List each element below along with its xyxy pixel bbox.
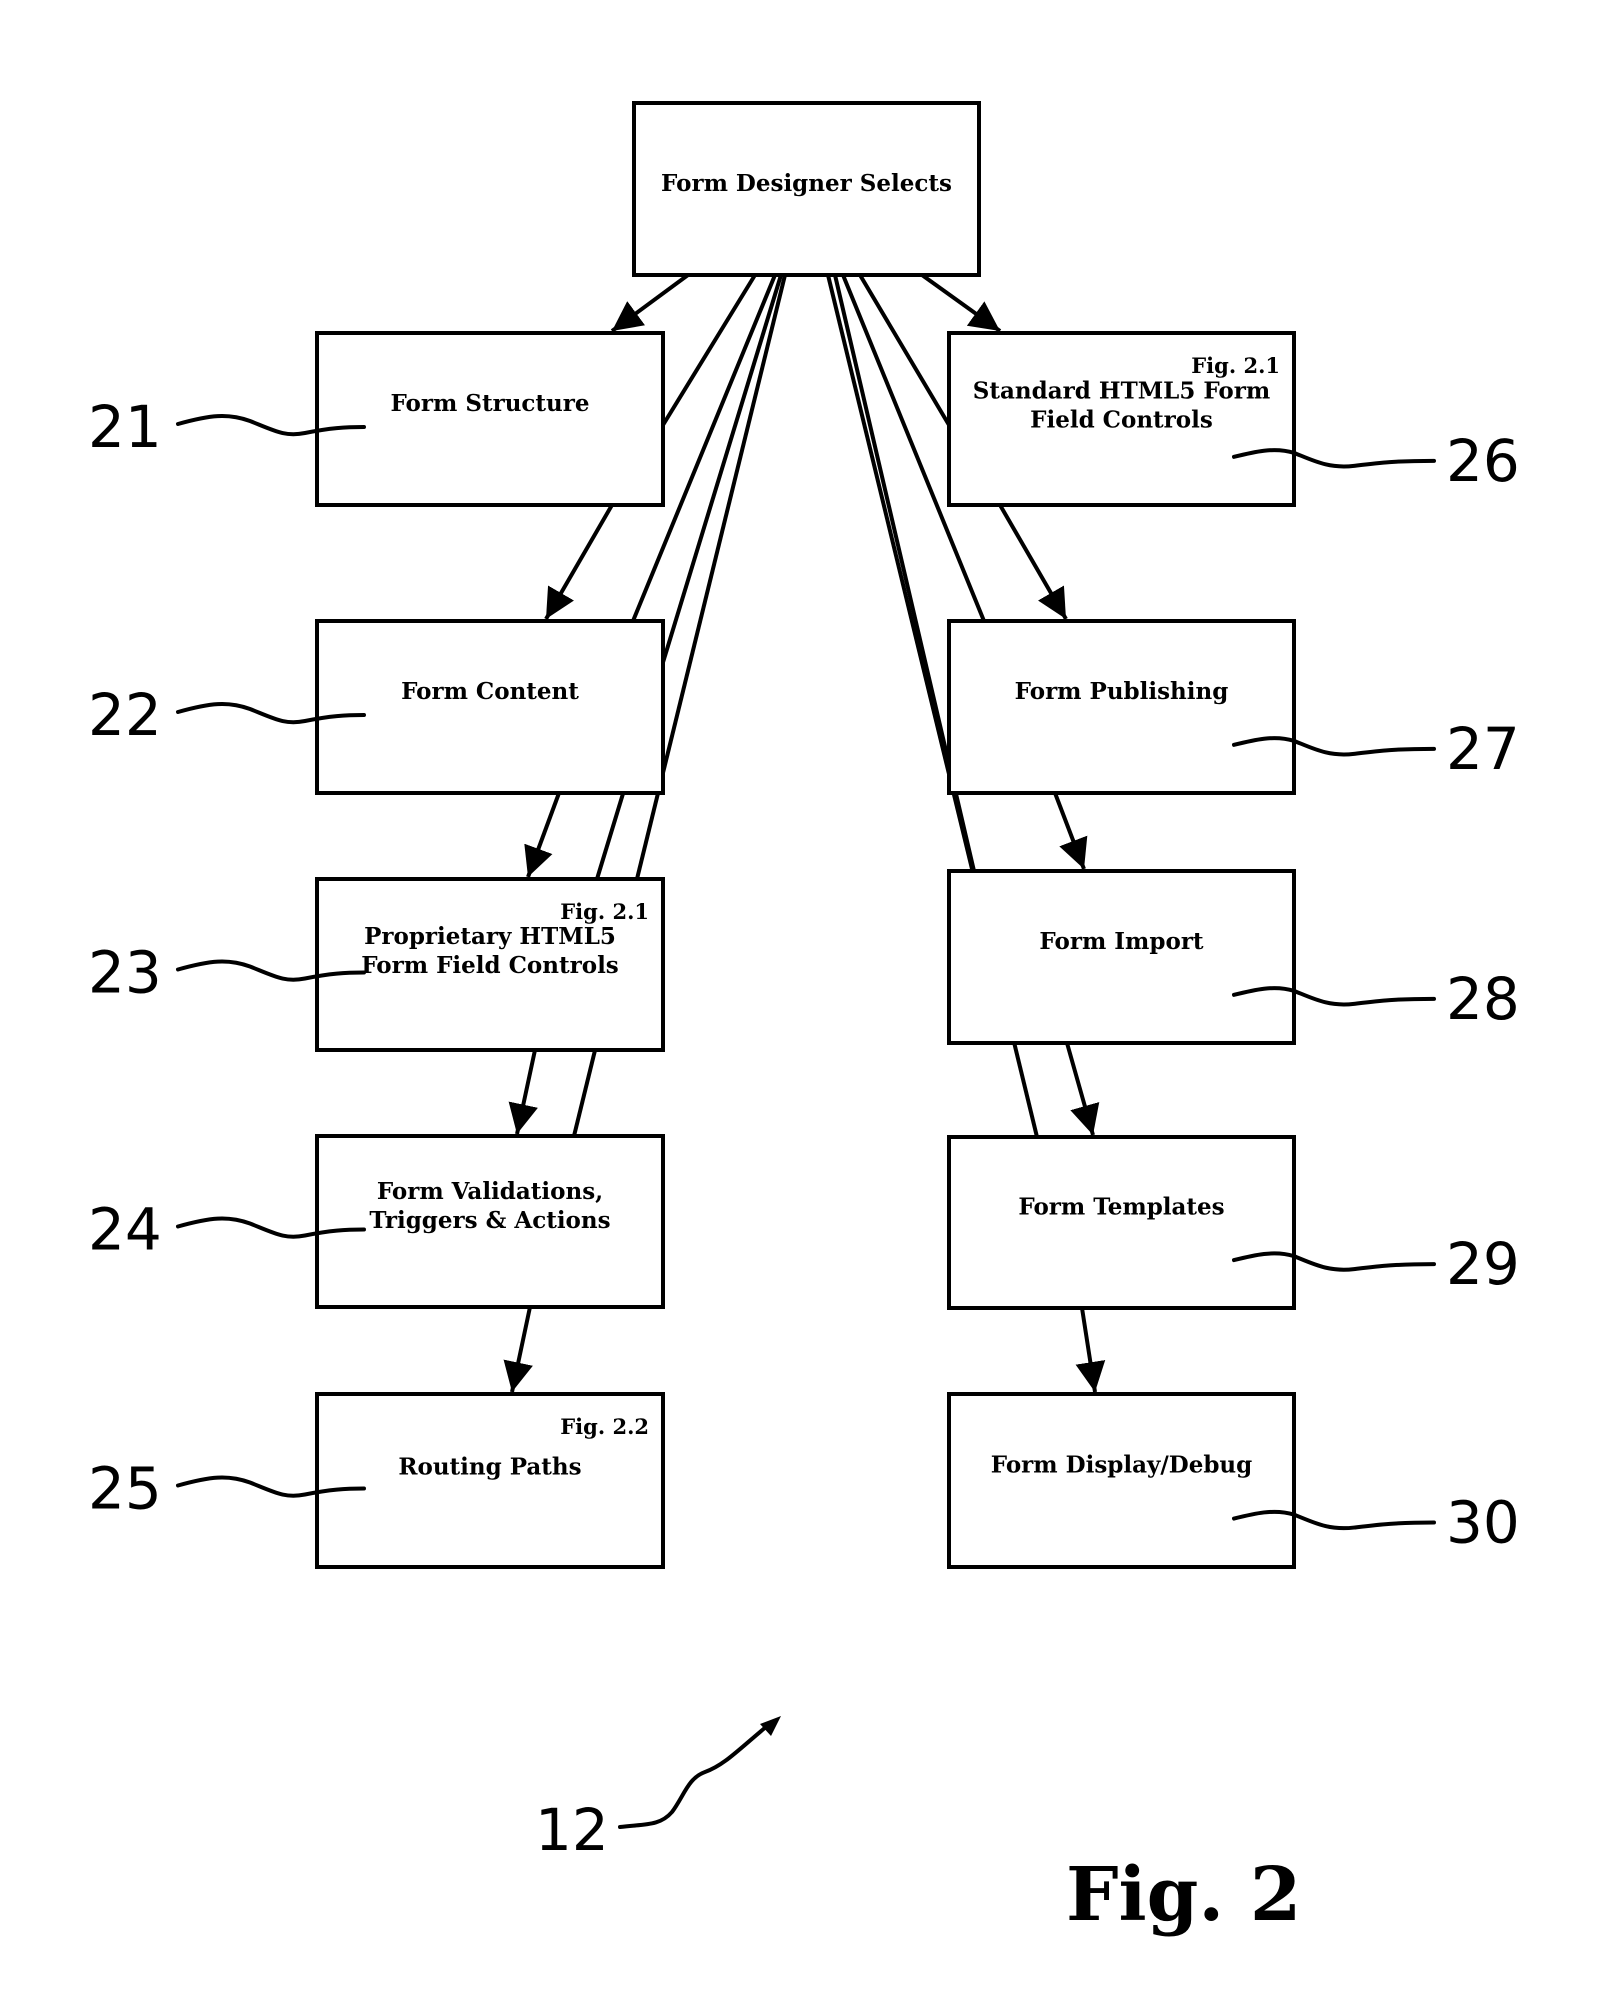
box-border	[315, 619, 665, 795]
arrow-root-26	[920, 273, 1002, 333]
figure-reference-label: Fig. 2.1	[1191, 353, 1280, 378]
box-24: Form Validations,Triggers & Actions	[315, 1134, 665, 1309]
arrow-24-25	[503, 1306, 533, 1393]
reference-numeral-28: 28	[1446, 965, 1520, 1033]
box-label: Form Display/Debug	[991, 1452, 1252, 1479]
root-box: Form Designer Selects	[632, 101, 981, 277]
box-border	[315, 331, 665, 507]
flow-diagram: Form Designer Selects Form Structure Form …	[88, 101, 1520, 1938]
figure-reference-arrowhead-icon	[760, 1716, 781, 1736]
figure-reference-label: Fig. 2.1	[560, 899, 649, 924]
box-label: Form Templates	[1018, 1194, 1224, 1221]
box-label: Form Import	[1039, 928, 1204, 955]
arrow-23-24	[508, 1049, 538, 1135]
box-border	[947, 869, 1296, 1045]
reference-numeral-29: 29	[1446, 1230, 1520, 1298]
arrow-26-27	[998, 503, 1068, 621]
reference-numeral-25: 25	[88, 1455, 162, 1523]
box-label: Proprietary HTML5	[364, 923, 616, 950]
box-22: Form Content	[315, 619, 665, 795]
box-label: Form Validations,	[377, 1178, 603, 1205]
box-26: Fig. 2.1Standard HTML5 FormField Control…	[947, 331, 1296, 507]
arrow-root-21	[610, 273, 690, 333]
box-label: Form Publishing	[1015, 678, 1229, 705]
reference-numeral-22: 22	[88, 681, 162, 749]
box-border	[947, 1392, 1296, 1569]
reference-numeral-21: 21	[88, 393, 162, 461]
box-label: Form Designer Selects	[661, 170, 952, 197]
arrow-21-22	[544, 503, 614, 621]
box-label: Form Structure	[390, 390, 589, 417]
box-label: Form Field Controls	[361, 952, 619, 979]
reference-numeral-24: 24	[88, 1196, 162, 1264]
figure-reference-label: Fig. 2.2	[560, 1414, 649, 1439]
box-29: Form Templates	[947, 1135, 1296, 1310]
box-23: Fig. 2.1Proprietary HTML5Form Field Cont…	[315, 877, 665, 1052]
arrow-29-30	[1075, 1307, 1106, 1393]
box-label: Triggers & Actions	[369, 1207, 610, 1234]
box-30: Form Display/Debug	[947, 1392, 1296, 1569]
reference-numeral-30: 30	[1446, 1489, 1520, 1557]
reference-numeral-27: 27	[1446, 715, 1520, 783]
arrow-27-28	[1053, 792, 1088, 870]
boxes: Form Designer Selects Form Structure Form …	[315, 101, 1296, 1569]
figure-title: Fig. 2	[1066, 1852, 1301, 1938]
box-label: Standard HTML5 Form	[973, 378, 1270, 405]
box-27: Form Publishing	[947, 619, 1296, 795]
box-label: Field Controls	[1030, 407, 1213, 434]
box-border	[947, 1135, 1296, 1310]
box-border	[947, 619, 1296, 795]
box-25: Fig. 2.2 Routing Paths	[315, 1392, 665, 1569]
figure-reference-numeral: 12	[535, 1796, 609, 1864]
arrow-22-23	[524, 792, 561, 878]
box-28: Form Import	[947, 869, 1296, 1045]
arrow-28-29	[1065, 1042, 1100, 1136]
reference-leaders: 21 22 23 24 25 26 27 28 29 30	[88, 393, 1520, 1557]
box-21: Form Structure	[315, 331, 665, 507]
figure-reference-arrow	[618, 1720, 774, 1829]
box-label: Routing Paths	[398, 1454, 581, 1481]
reference-numeral-23: 23	[88, 939, 162, 1007]
box-label: Form Content	[401, 678, 579, 705]
reference-numeral-26: 26	[1446, 427, 1520, 495]
